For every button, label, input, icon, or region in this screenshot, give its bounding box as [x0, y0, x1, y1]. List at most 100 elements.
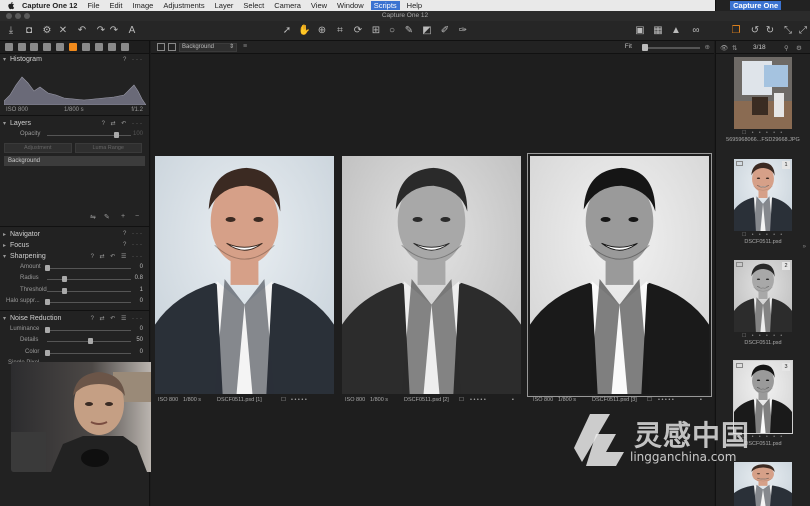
pointer-tool-icon[interactable]: ➚: [281, 25, 293, 37]
variant-icon[interactable]: ▪: [512, 397, 514, 403]
reset-icon[interactable]: ↺: [749, 25, 761, 37]
radius-slider[interactable]: Radius 0.8: [0, 273, 149, 285]
checkbox-icon[interactable]: ☐: [742, 232, 748, 238]
thumbnail-3[interactable]: 2 ☐ • • • • • DSCF0511.psd: [734, 260, 792, 346]
thumbnail-image[interactable]: 2: [734, 260, 792, 332]
layer-options-icon[interactable]: ⇋: [90, 213, 96, 221]
slider-knob[interactable]: [62, 276, 67, 282]
keystone-tool-icon[interactable]: ⊞: [370, 25, 382, 37]
zoom-slider[interactable]: [642, 47, 700, 49]
zoom-fit-label[interactable]: Fit: [625, 43, 632, 50]
text-tool-icon[interactable]: A: [126, 25, 138, 37]
undo-icon[interactable]: ↶: [76, 25, 88, 37]
search-icon[interactable]: ⚲: [784, 44, 789, 52]
variant-icon[interactable]: ▪: [700, 397, 702, 403]
slider-track[interactable]: [47, 329, 131, 331]
slider-knob[interactable]: [45, 264, 50, 271]
proof-glasses-icon[interactable]: ∞: [690, 25, 702, 37]
layer-select[interactable]: Background ⇕: [179, 43, 237, 52]
spot-tool-icon[interactable]: ○: [386, 25, 398, 37]
import-icon[interactable]: ⤓: [5, 25, 17, 37]
sharpening-header[interactable]: ▾ Sharpening ? ⇄ ↶ ☰ ···: [0, 251, 149, 262]
thumb-rating[interactable]: ☐ • • • • •: [734, 332, 792, 340]
zoom-knob[interactable]: [642, 44, 648, 51]
capture-one-status-item[interactable]: Capture One: [730, 1, 782, 10]
slider-track[interactable]: [47, 290, 131, 292]
output-tab-icon[interactable]: [121, 43, 129, 51]
slider-track[interactable]: [47, 352, 131, 354]
remove-layer-icon[interactable]: −: [135, 213, 139, 220]
checkbox-icon[interactable]: ☐: [742, 130, 748, 136]
threshold-slider[interactable]: Threshold 1: [0, 285, 149, 297]
luma-range-button[interactable]: Luma Range: [74, 142, 142, 153]
edit-icon[interactable]: ▣: [634, 25, 646, 37]
close-window-button[interactable]: [6, 13, 12, 19]
grid-icon[interactable]: ▦: [652, 25, 664, 37]
battery-icon[interactable]: ▮: [721, 1, 725, 10]
slider-knob[interactable]: [45, 299, 50, 305]
brush-tool-icon[interactable]: ✎: [403, 25, 415, 37]
menu-select[interactable]: Select: [243, 1, 264, 10]
minimize-window-button[interactable]: [15, 13, 21, 19]
rating-stars[interactable]: • • • • •: [658, 397, 674, 403]
navigator-header[interactable]: ▸ Navigator ? ···: [0, 229, 149, 240]
viewer-compare-icon[interactable]: [168, 43, 176, 51]
thumb-rating[interactable]: ☐ • • • • •: [734, 129, 792, 137]
apple-icon[interactable]: [6, 1, 16, 10]
eye-icon[interactable]: 👁: [720, 44, 728, 52]
section-controls[interactable]: ? ···: [123, 57, 144, 63]
rating-stars[interactable]: • • • • •: [470, 397, 486, 403]
menu-image[interactable]: Image: [132, 1, 153, 10]
slider-track[interactable]: [47, 267, 131, 269]
layers-header[interactable]: ▾ Layers ? ⇄ ↶ ···: [0, 118, 149, 129]
copy-stack-icon[interactable]: ❐: [730, 25, 742, 37]
histogram-header[interactable]: ▾ Histogram ? ···: [0, 54, 149, 65]
opacity-knob[interactable]: [114, 132, 119, 138]
slider-knob[interactable]: [87, 338, 93, 344]
section-controls[interactable]: ? ···: [123, 242, 144, 248]
thumbnail-1[interactable]: ☐ • • • • • 5695968066...FSD29668.JPG: [726, 57, 800, 143]
color-slider[interactable]: Color 0: [0, 347, 149, 359]
sort-icon[interactable]: ⇅: [732, 44, 737, 52]
slider-track[interactable]: [47, 279, 131, 280]
menu-camera[interactable]: Camera: [274, 1, 301, 10]
menu-scripts[interactable]: Scripts: [370, 1, 400, 10]
thumbnail-image[interactable]: 1: [734, 159, 792, 231]
details-slider[interactable]: Details 50: [0, 335, 149, 347]
thumbnail-2[interactable]: 1 ☐ • • • • • DSCF0511.psd: [734, 159, 792, 245]
halo-suppression-slider[interactable]: Halo suppr... 0: [0, 296, 149, 308]
menu-adjustments[interactable]: Adjustments: [163, 1, 204, 10]
exposure-tab-icon[interactable]: [56, 43, 64, 51]
zoom-in-icon[interactable]: ⊕: [705, 43, 710, 51]
luminance-slider[interactable]: Luminance 0: [0, 324, 149, 336]
pan-tool-icon[interactable]: ✋: [298, 25, 310, 37]
details-tab-icon[interactable]: [69, 43, 77, 51]
slider-knob[interactable]: [62, 287, 67, 294]
section-controls[interactable]: ? ⇄ ↶ ☰ ···: [91, 253, 144, 260]
slider-track[interactable]: [47, 302, 131, 303]
viewer-mode-icon[interactable]: [157, 43, 165, 51]
crop-tool-icon[interactable]: ⌗: [334, 25, 346, 37]
amount-slider[interactable]: Amount 0: [0, 262, 149, 274]
add-layer-icon[interactable]: +: [121, 213, 125, 220]
section-controls[interactable]: ? ⇄ ↶ ···: [102, 120, 144, 127]
delete-icon[interactable]: ✕: [57, 25, 69, 37]
noise-reduction-header[interactable]: ▾ Noise Reduction ? ⇄ ↶ ☰ ···: [0, 313, 149, 324]
stack-arrow-icon[interactable]: »: [803, 244, 806, 250]
lens-tab-icon[interactable]: [30, 43, 38, 51]
color-tab-icon[interactable]: [43, 43, 51, 51]
copy-adjust-icon[interactable]: ⤡: [782, 25, 794, 37]
thumb-rating[interactable]: ☐ • • • • •: [734, 231, 792, 239]
checkbox-icon[interactable]: ☐: [281, 397, 286, 403]
layer-brush-icon[interactable]: ✎: [104, 213, 110, 221]
browser-options-icon[interactable]: ⚙: [796, 44, 802, 52]
menu-view[interactable]: View: [311, 1, 327, 10]
zoom-tool-icon[interactable]: ⊕: [316, 25, 328, 37]
slider-knob[interactable]: [45, 349, 50, 356]
section-controls[interactable]: ? ···: [123, 231, 144, 237]
apply-adjust-icon[interactable]: ⤢: [797, 25, 809, 37]
thumbnail-image[interactable]: [734, 57, 792, 129]
menu-file[interactable]: File: [87, 1, 99, 10]
menu-edit[interactable]: Edit: [110, 1, 123, 10]
redo2-icon[interactable]: ↷: [108, 25, 120, 37]
